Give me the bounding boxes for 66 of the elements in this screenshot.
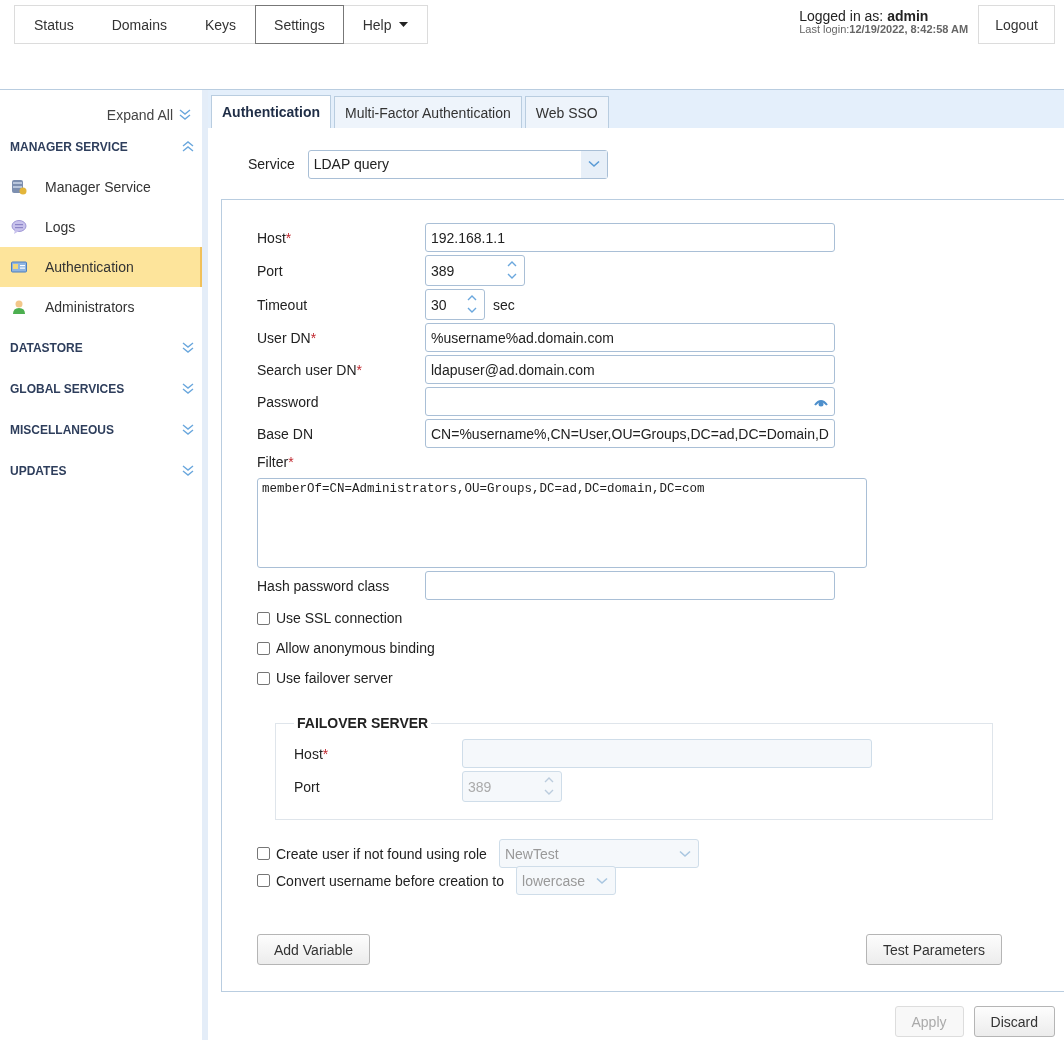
- password-field[interactable]: [425, 387, 835, 416]
- double-chevron-up-icon[interactable]: [182, 141, 194, 152]
- unit-label: sec: [493, 296, 515, 313]
- field-label: Host*: [257, 229, 293, 246]
- tab[interactable]: Authentication: [211, 95, 331, 128]
- checkbox-label[interactable]: Use SSL connection: [276, 610, 403, 626]
- sidebar-item[interactable]: Authentication: [0, 247, 202, 287]
- section-header[interactable]: MISCELLANEOUS: [10, 422, 114, 437]
- field-label: Service: [248, 156, 295, 172]
- double-chevron-down-icon[interactable]: [182, 465, 194, 476]
- action-button[interactable]: Discard: [973, 1006, 1055, 1037]
- sidebar-item[interactable]: Manager Service: [0, 167, 202, 207]
- section-header[interactable]: MANAGER SERVICE: [10, 139, 128, 154]
- sidebar-item[interactable]: Logs: [0, 207, 202, 247]
- text-field[interactable]: ldapuser@ad.domain.com: [425, 355, 835, 384]
- text-field[interactable]: CN=%username%,CN=User,OU=Groups,DC=ad,DC=Domain,D: [425, 419, 835, 448]
- spinner-arrows-icon[interactable]: [466, 293, 478, 315]
- expand-all-button[interactable]: Expand All: [106, 106, 191, 123]
- chevron-down-icon: [587, 160, 600, 168]
- tab[interactable]: Multi-Factor Authentication: [334, 96, 522, 128]
- field-label: Timeout: [257, 296, 309, 313]
- field-label: Search user DN*: [257, 361, 364, 378]
- chevron-down-icon: [596, 876, 608, 885]
- text-field[interactable]: 192.168.1.1: [425, 223, 835, 252]
- test-parameters-button[interactable]: Test Parameters: [866, 934, 1002, 965]
- double-chevron-down-icon[interactable]: [182, 383, 194, 394]
- checkbox-label[interactable]: Use failover server: [276, 670, 393, 686]
- user-icon: [11, 299, 27, 315]
- filter-field[interactable]: memberOf=CN=Administrators,OU=Groups,DC=ad,DC=domain,DC=com: [257, 478, 867, 568]
- database-icon: [11, 179, 27, 195]
- checkbox[interactable]: [257, 671, 270, 685]
- caret-down-icon: [399, 22, 409, 27]
- number-field[interactable]: 389: [425, 255, 525, 286]
- group-title: FAILOVER SERVER: [296, 715, 430, 731]
- add-variable-button[interactable]: Add Variable: [257, 934, 371, 965]
- logout-button[interactable]: Logout: [978, 5, 1055, 44]
- spinner-arrows-icon[interactable]: [506, 259, 518, 281]
- nav-tab[interactable]: Settings: [255, 5, 344, 44]
- id-card-icon: [11, 259, 27, 275]
- section-header[interactable]: DATASTORE: [10, 340, 83, 355]
- text-field[interactable]: %username%ad.domain.com: [425, 323, 835, 352]
- last-login-time: Last login:12/19/2022, 8:42:58 AM: [799, 23, 969, 36]
- sidebar-item[interactable]: Administrators: [0, 287, 202, 327]
- field-label: User DN*: [257, 329, 318, 346]
- tab[interactable]: Web SSO: [524, 96, 609, 128]
- field-label: Filter*: [257, 454, 295, 470]
- field-label: Port: [257, 262, 284, 279]
- field-label: Port: [294, 778, 321, 795]
- double-chevron-down-icon[interactable]: [179, 109, 191, 120]
- logged-in-user: Logged in as: admin: [799, 10, 930, 23]
- service-select[interactable]: LDAP query: [307, 149, 608, 179]
- checkbox[interactable]: [257, 641, 270, 655]
- text-field[interactable]: [425, 571, 835, 600]
- field-label: Hash password class: [257, 577, 391, 594]
- field-label: Host*: [294, 745, 330, 762]
- section-header[interactable]: GLOBAL SERVICES: [10, 381, 125, 396]
- number-field[interactable]: 30: [425, 289, 485, 320]
- chevron-down-icon: [678, 849, 691, 858]
- section-header[interactable]: UPDATES: [10, 463, 67, 478]
- double-chevron-down-icon[interactable]: [182, 342, 194, 353]
- field-label: Base DN: [257, 425, 315, 442]
- double-chevron-down-icon[interactable]: [182, 424, 194, 435]
- speech-bubble-icon: [11, 219, 27, 235]
- field-label: Password: [257, 393, 320, 410]
- checkbox-label[interactable]: Allow anonymous binding: [276, 640, 435, 656]
- checkbox[interactable]: [257, 611, 270, 625]
